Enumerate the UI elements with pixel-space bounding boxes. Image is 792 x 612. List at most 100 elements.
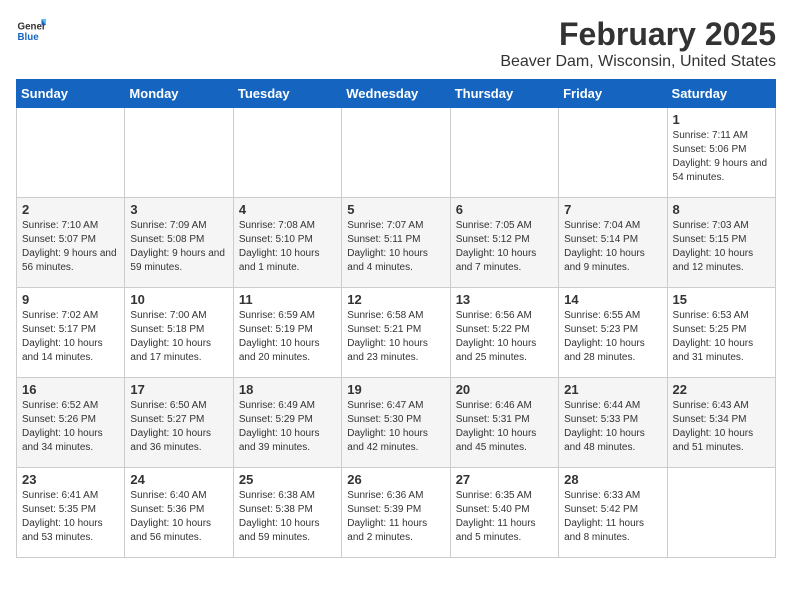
day-info: Sunrise: 6:33 AM Sunset: 5:42 PM Dayligh… [564, 489, 661, 545]
day-number: 14 [564, 292, 661, 307]
day-info: Sunrise: 6:41 AM Sunset: 5:35 PM Dayligh… [22, 489, 119, 545]
day-info: Sunrise: 6:47 AM Sunset: 5:30 PM Dayligh… [347, 399, 444, 455]
calendar-cell: 9 Sunrise: 7:02 AM Sunset: 5:17 PM Daylig… [17, 288, 125, 378]
column-header-sunday: Sunday [17, 80, 125, 108]
calendar-cell [233, 108, 341, 198]
column-header-friday: Friday [559, 80, 667, 108]
day-number: 3 [130, 202, 227, 217]
calendar-cell [17, 108, 125, 198]
day-info: Sunrise: 7:09 AM Sunset: 5:08 PM Dayligh… [130, 219, 227, 275]
day-info: Sunrise: 7:05 AM Sunset: 5:12 PM Dayligh… [456, 219, 553, 275]
day-info: Sunrise: 6:36 AM Sunset: 5:39 PM Dayligh… [347, 489, 444, 545]
day-info: Sunrise: 7:00 AM Sunset: 5:18 PM Dayligh… [130, 309, 227, 365]
calendar-week-4: 16 Sunrise: 6:52 AM Sunset: 5:26 PM Dayli… [17, 378, 776, 468]
calendar-table: SundayMondayTuesdayWednesdayThursdayFrid… [16, 79, 776, 558]
day-number: 8 [673, 202, 770, 217]
calendar-cell [559, 108, 667, 198]
calendar-cell: 4 Sunrise: 7:08 AM Sunset: 5:10 PM Daylig… [233, 198, 341, 288]
calendar-cell: 26 Sunrise: 6:36 AM Sunset: 5:39 PM Dayli… [342, 468, 450, 558]
day-info: Sunrise: 7:08 AM Sunset: 5:10 PM Dayligh… [239, 219, 336, 275]
day-number: 1 [673, 112, 770, 127]
calendar-header-row: SundayMondayTuesdayWednesdayThursdayFrid… [17, 80, 776, 108]
calendar-cell: 21Sunrise: 6:44 AM Sunset: 5:33 PM Dayli… [559, 378, 667, 468]
day-number: 13 [456, 292, 553, 307]
subtitle: Beaver Dam, Wisconsin, United States [500, 53, 776, 71]
column-header-saturday: Saturday [667, 80, 775, 108]
day-info: Sunrise: 6:43 AM Sunset: 5:34 PM Dayligh… [673, 399, 770, 455]
day-number: 17 [130, 382, 227, 397]
column-header-tuesday: Tuesday [233, 80, 341, 108]
day-number: 23 [22, 472, 119, 487]
day-number: 12 [347, 292, 444, 307]
svg-text:Blue: Blue [18, 32, 40, 43]
title-area: February 2025 Beaver Dam, Wisconsin, Uni… [500, 16, 776, 71]
day-info: Sunrise: 6:46 AM Sunset: 5:31 PM Dayligh… [456, 399, 553, 455]
day-info: Sunrise: 6:38 AM Sunset: 5:38 PM Dayligh… [239, 489, 336, 545]
header: General Blue February 2025 Beaver Dam, W… [16, 16, 776, 71]
calendar-cell: 5 Sunrise: 7:07 AM Sunset: 5:11 PM Daylig… [342, 198, 450, 288]
calendar-cell: 15Sunrise: 6:53 AM Sunset: 5:25 PM Dayli… [667, 288, 775, 378]
day-info: Sunrise: 7:03 AM Sunset: 5:15 PM Dayligh… [673, 219, 770, 275]
calendar-cell: 2 Sunrise: 7:10 AM Sunset: 5:07 PM Daylig… [17, 198, 125, 288]
calendar-cell: 3 Sunrise: 7:09 AM Sunset: 5:08 PM Daylig… [125, 198, 233, 288]
calendar-cell: 20 Sunrise: 6:46 AM Sunset: 5:31 PM Dayli… [450, 378, 558, 468]
calendar-cell: 25Sunrise: 6:38 AM Sunset: 5:38 PM Dayli… [233, 468, 341, 558]
day-number: 11 [239, 292, 336, 307]
logo-icon: General Blue [16, 16, 46, 46]
calendar-cell [125, 108, 233, 198]
day-number: 7 [564, 202, 661, 217]
calendar-cell: 24 Sunrise: 6:40 AM Sunset: 5:36 PM Dayli… [125, 468, 233, 558]
day-number: 16 [22, 382, 119, 397]
calendar-week-3: 9 Sunrise: 7:02 AM Sunset: 5:17 PM Daylig… [17, 288, 776, 378]
calendar-cell: 19 Sunrise: 6:47 AM Sunset: 5:30 PM Dayli… [342, 378, 450, 468]
column-header-monday: Monday [125, 80, 233, 108]
day-info: Sunrise: 6:44 AM Sunset: 5:33 PM Dayligh… [564, 399, 661, 455]
calendar-cell: 7 Sunrise: 7:04 AM Sunset: 5:14 PM Daylig… [559, 198, 667, 288]
day-info: Sunrise: 6:40 AM Sunset: 5:36 PM Dayligh… [130, 489, 227, 545]
day-number: 10 [130, 292, 227, 307]
day-number: 26 [347, 472, 444, 487]
calendar-cell [342, 108, 450, 198]
day-info: Sunrise: 6:58 AM Sunset: 5:21 PM Dayligh… [347, 309, 444, 365]
calendar-cell: 1 Sunrise: 7:11 AM Sunset: 5:06 PM Daylig… [667, 108, 775, 198]
calendar-cell: 12 Sunrise: 6:58 AM Sunset: 5:21 PM Dayli… [342, 288, 450, 378]
day-number: 19 [347, 382, 444, 397]
calendar-cell: 27Sunrise: 6:35 AM Sunset: 5:40 PM Dayli… [450, 468, 558, 558]
day-info: Sunrise: 6:53 AM Sunset: 5:25 PM Dayligh… [673, 309, 770, 365]
calendar-cell: 18 Sunrise: 6:49 AM Sunset: 5:29 PM Dayli… [233, 378, 341, 468]
calendar-cell: 10 Sunrise: 7:00 AM Sunset: 5:18 PM Dayli… [125, 288, 233, 378]
day-number: 4 [239, 202, 336, 217]
calendar-cell: 11 Sunrise: 6:59 AM Sunset: 5:19 PM Dayli… [233, 288, 341, 378]
day-info: Sunrise: 6:49 AM Sunset: 5:29 PM Dayligh… [239, 399, 336, 455]
day-info: Sunrise: 7:02 AM Sunset: 5:17 PM Dayligh… [22, 309, 119, 365]
day-number: 24 [130, 472, 227, 487]
calendar-cell: 6Sunrise: 7:05 AM Sunset: 5:12 PM Daylig… [450, 198, 558, 288]
calendar-week-1: 1 Sunrise: 7:11 AM Sunset: 5:06 PM Daylig… [17, 108, 776, 198]
day-info: Sunrise: 7:10 AM Sunset: 5:07 PM Dayligh… [22, 219, 119, 275]
day-number: 20 [456, 382, 553, 397]
calendar-cell: 13 Sunrise: 6:56 AM Sunset: 5:22 PM Dayli… [450, 288, 558, 378]
column-header-wednesday: Wednesday [342, 80, 450, 108]
calendar-week-5: 23 Sunrise: 6:41 AM Sunset: 5:35 PM Dayli… [17, 468, 776, 558]
calendar-cell [667, 468, 775, 558]
calendar-cell [450, 108, 558, 198]
day-info: Sunrise: 6:59 AM Sunset: 5:19 PM Dayligh… [239, 309, 336, 365]
day-number: 9 [22, 292, 119, 307]
main-title: February 2025 [500, 16, 776, 53]
day-info: Sunrise: 7:04 AM Sunset: 5:14 PM Dayligh… [564, 219, 661, 275]
calendar-cell: 16 Sunrise: 6:52 AM Sunset: 5:26 PM Dayli… [17, 378, 125, 468]
calendar-cell: 14 Sunrise: 6:55 AM Sunset: 5:23 PM Dayli… [559, 288, 667, 378]
calendar-cell: 22 Sunrise: 6:43 AM Sunset: 5:34 PM Dayli… [667, 378, 775, 468]
day-info: Sunrise: 6:52 AM Sunset: 5:26 PM Dayligh… [22, 399, 119, 455]
day-number: 2 [22, 202, 119, 217]
day-number: 22 [673, 382, 770, 397]
day-info: Sunrise: 6:50 AM Sunset: 5:27 PM Dayligh… [130, 399, 227, 455]
day-info: Sunrise: 6:55 AM Sunset: 5:23 PM Dayligh… [564, 309, 661, 365]
day-number: 18 [239, 382, 336, 397]
day-info: Sunrise: 7:11 AM Sunset: 5:06 PM Dayligh… [673, 129, 770, 185]
day-info: Sunrise: 7:07 AM Sunset: 5:11 PM Dayligh… [347, 219, 444, 275]
day-info: Sunrise: 6:56 AM Sunset: 5:22 PM Dayligh… [456, 309, 553, 365]
day-number: 5 [347, 202, 444, 217]
column-header-thursday: Thursday [450, 80, 558, 108]
day-number: 27 [456, 472, 553, 487]
